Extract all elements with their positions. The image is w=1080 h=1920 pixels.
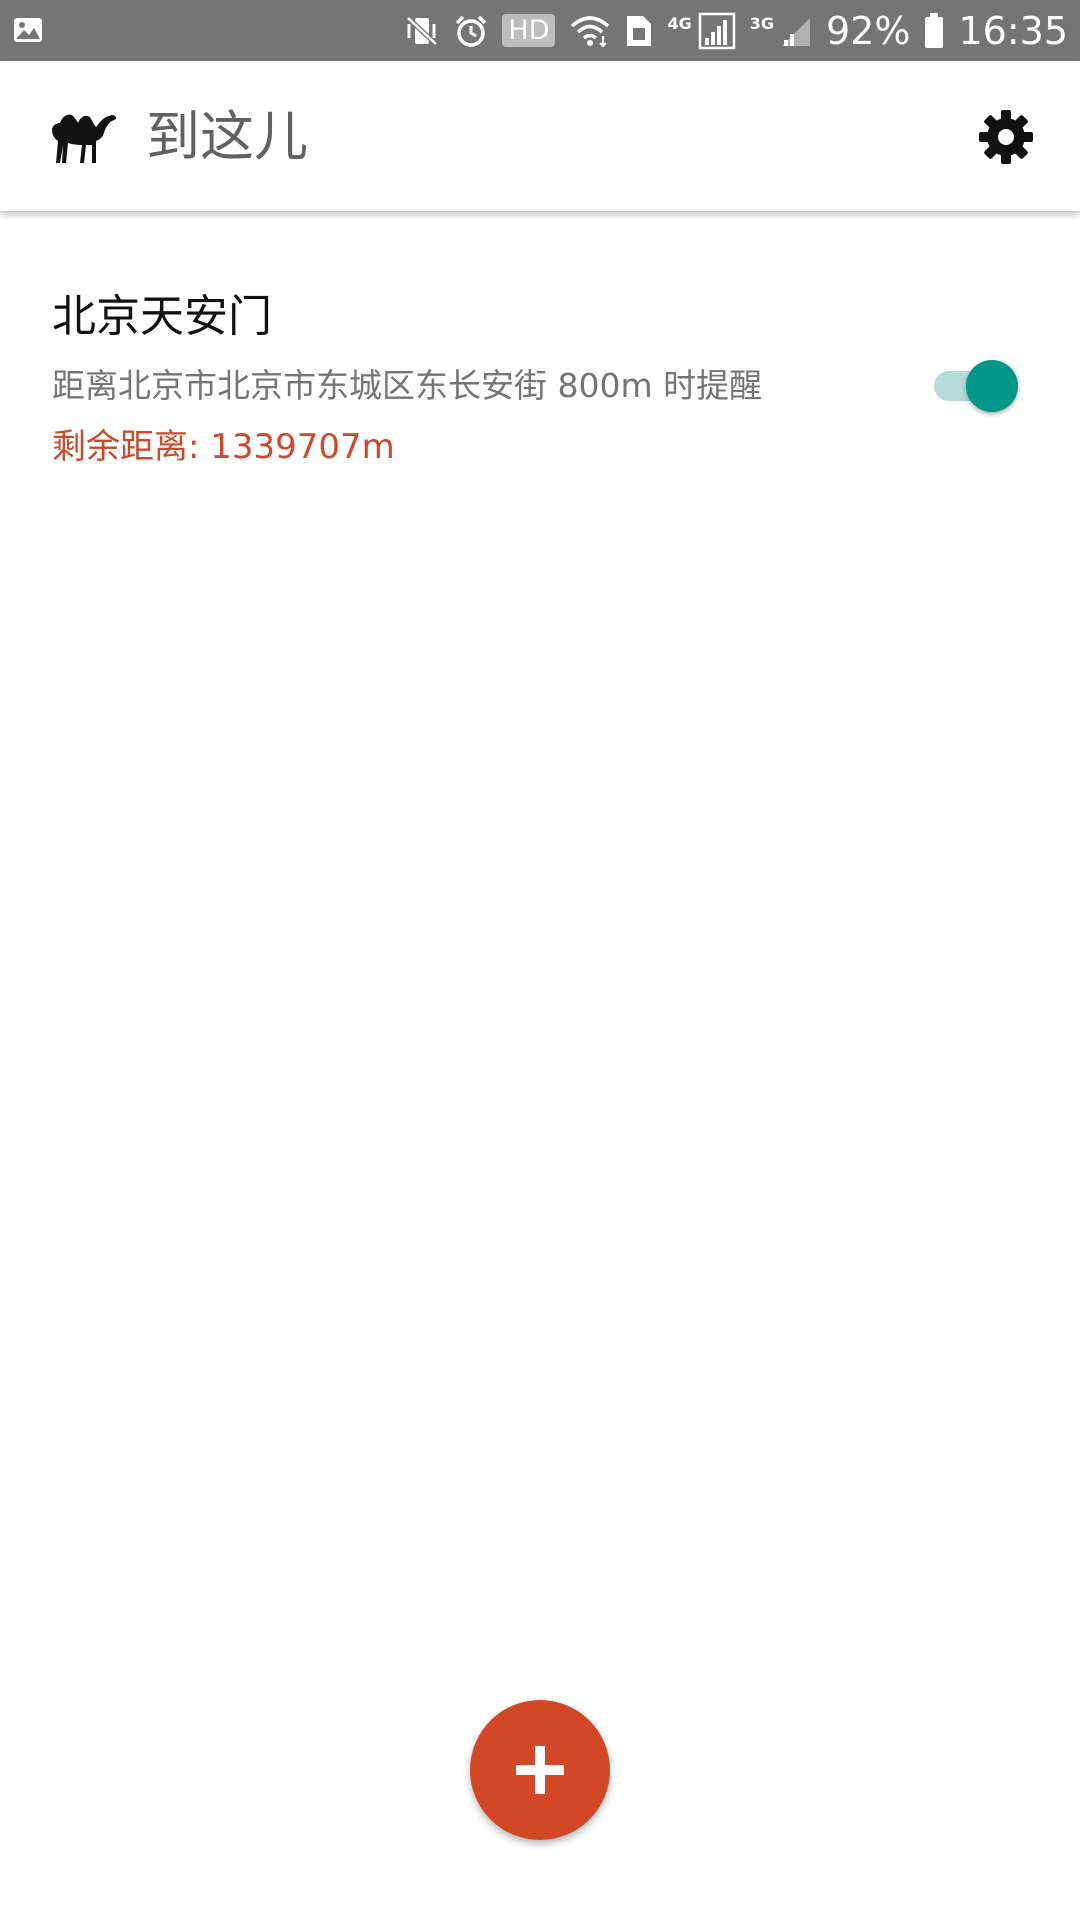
signal-4g-icon — [698, 12, 736, 50]
reminder-remaining-distance: 剩余距离: 1339707m — [52, 427, 395, 468]
signal-3g-icon — [780, 14, 812, 48]
reminder-item[interactable]: 北京天安门 距离北京市北京市东城区东长安街 800m 时提醒 剩余距离: 133… — [0, 211, 1080, 481]
camel-icon — [50, 107, 118, 165]
toggle-thumb — [966, 360, 1018, 412]
reminder-list: 北京天安门 距离北京市北京市东城区东长安街 800m 时提醒 剩余距离: 133… — [0, 211, 1080, 481]
clock: 16:35 — [958, 8, 1068, 53]
signal-4g-label: 4G — [667, 14, 692, 33]
add-reminder-button[interactable] — [470, 1700, 610, 1840]
settings-button[interactable] — [978, 109, 1034, 165]
reminder-toggle[interactable] — [934, 357, 1018, 413]
image-icon — [12, 14, 44, 46]
hd-badge: HD — [502, 14, 556, 47]
status-bar: HD 4G 3G 92% 16:35 — [0, 0, 1080, 61]
reminder-title: 北京天安门 — [52, 291, 272, 342]
wifi-icon — [569, 14, 611, 48]
signal-3g-label: 3G — [749, 14, 775, 33]
battery-icon — [924, 12, 944, 49]
gear-icon — [979, 110, 1033, 164]
alarm-icon — [454, 14, 488, 48]
reminder-description: 距离北京市北京市东城区东长安街 800m 时提醒 — [52, 365, 763, 405]
mute-vibrate-icon — [404, 14, 440, 48]
app-bar: 到这儿 — [0, 61, 1080, 211]
sim-icon — [625, 14, 653, 48]
plus-icon — [516, 1746, 564, 1794]
battery-percent: 92% — [826, 8, 911, 53]
app-title: 到这儿 — [146, 105, 308, 168]
